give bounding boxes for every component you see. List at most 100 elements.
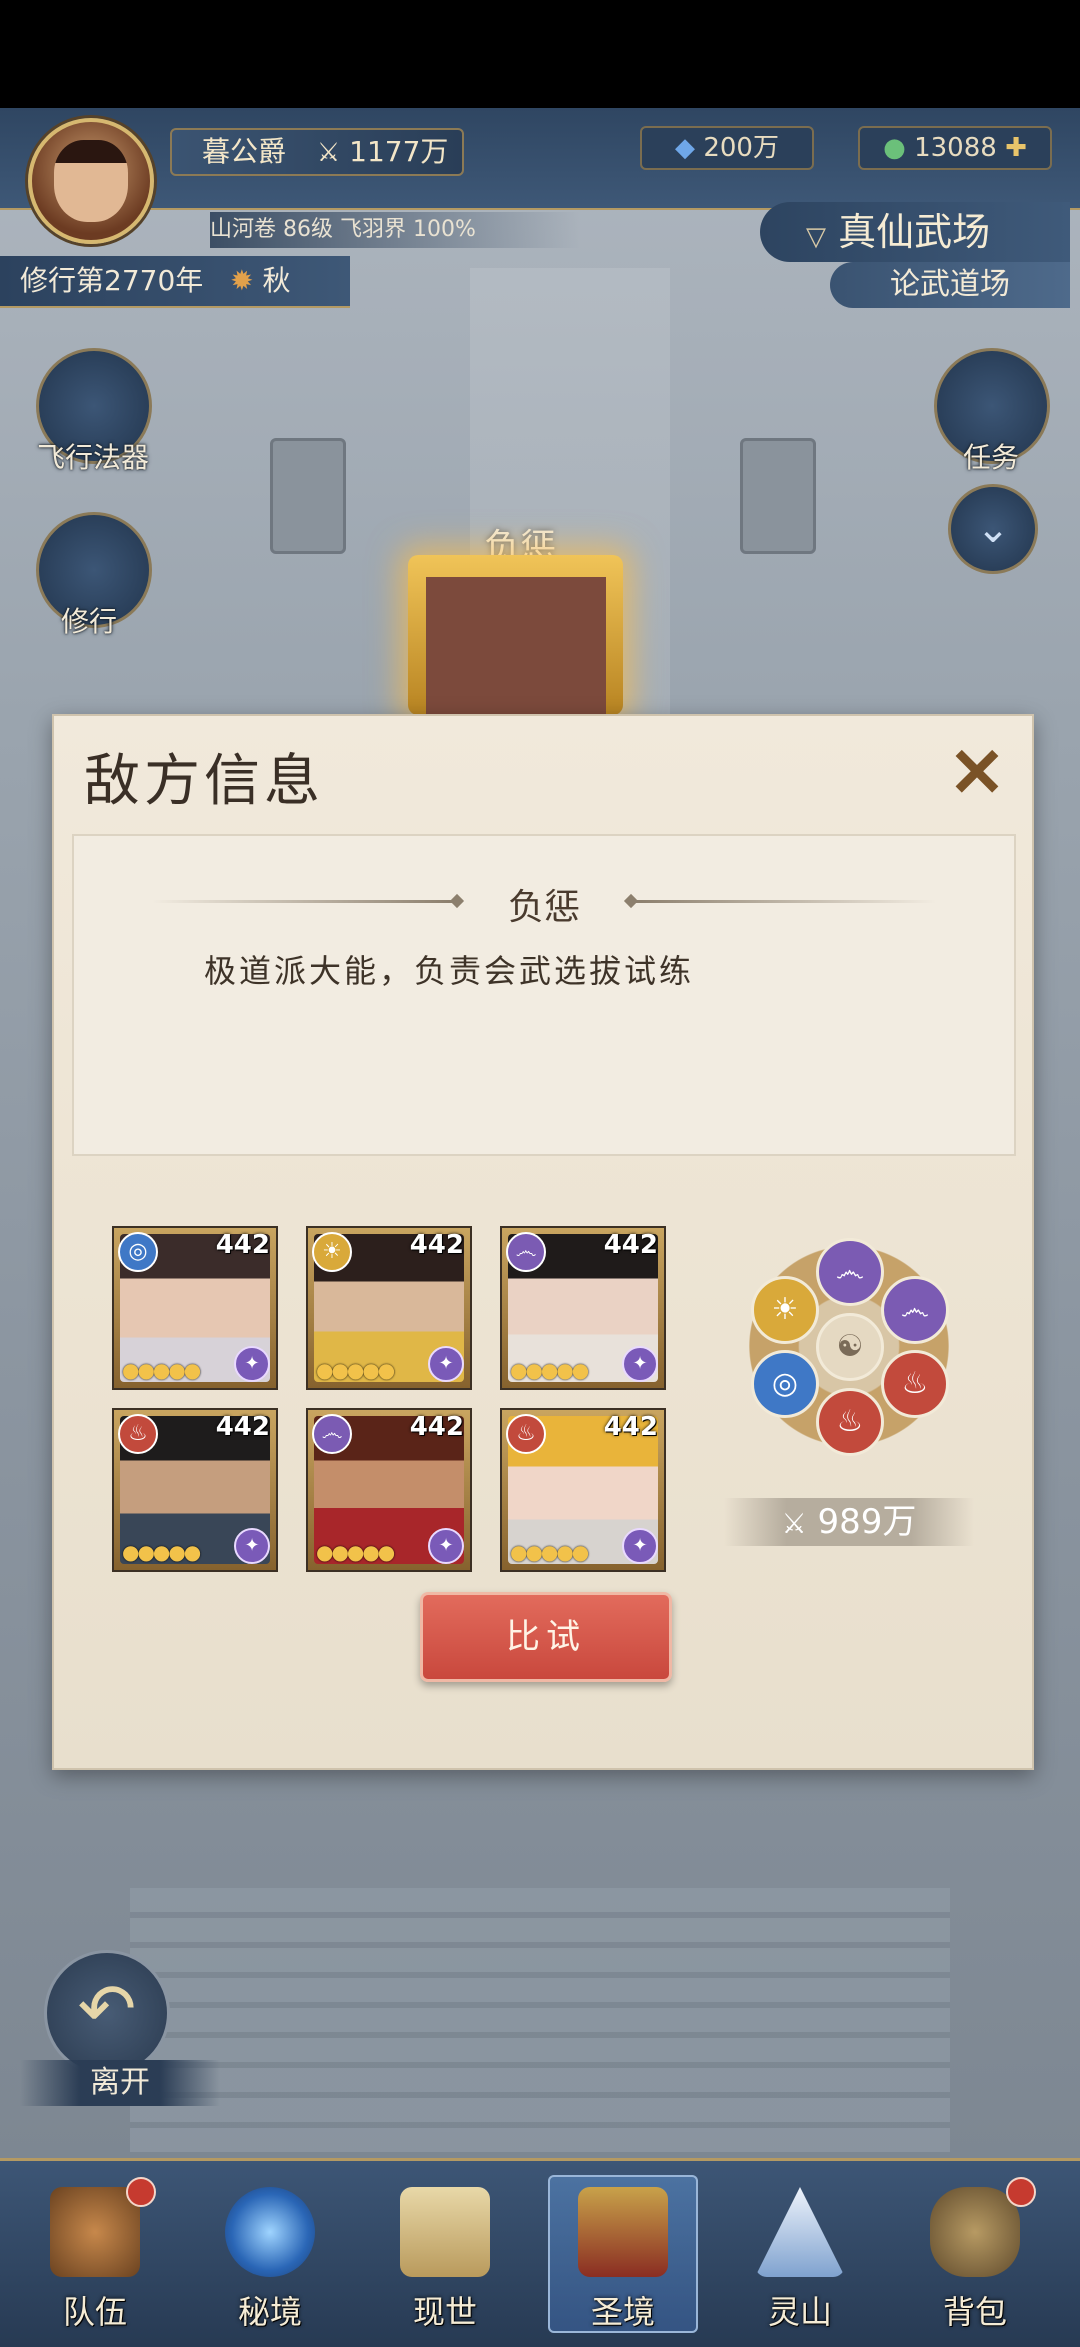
formation-wheel[interactable]: ☯ ෴ ෴ ♨ ♨ ◎ ☀ (749, 1238, 949, 1456)
hero-level: 442 (603, 1412, 658, 1442)
cultivation-year: 修行第2770年 (20, 264, 204, 297)
power-icon: ⚔ (781, 1507, 807, 1540)
class-badge-icon: ✦ (622, 1346, 658, 1382)
jade-resource[interactable]: ● 13088 ✚ (858, 126, 1052, 170)
expand-chevron-icon[interactable]: ⌄ (948, 484, 1038, 574)
wind-element-icon: ෴ (506, 1232, 546, 1272)
team-power: ⚔ 989万 (724, 1498, 974, 1546)
avatar-face (54, 140, 128, 222)
power-icon: ⚔ (316, 138, 341, 168)
holy-realm-icon (578, 2187, 668, 2277)
realm-info: 山河卷 86级 飞羽界 100% (210, 212, 580, 248)
npc-portrait (426, 577, 606, 717)
enemy-hero-card[interactable]: ♨ 442 ●●●●● ✦ (500, 1408, 666, 1572)
class-badge-icon: ✦ (622, 1528, 658, 1564)
cultivate-label: 修行 (60, 605, 117, 638)
season: 秋 (262, 264, 291, 297)
rank-title: 暮公爵 (202, 135, 287, 168)
team-power-value: 989万 (817, 1502, 917, 1542)
fight-button[interactable]: 比试 (420, 1592, 672, 1682)
player-avatar[interactable] (28, 118, 154, 244)
hero-level: 442 (409, 1412, 464, 1442)
jade-amount: 13088 (914, 133, 997, 163)
nav-spirit-mountain[interactable]: 灵山 (725, 2175, 875, 2333)
world-map-icon (400, 2187, 490, 2277)
fire-element-icon: ♨ (506, 1414, 546, 1454)
nav-team[interactable]: 队伍 (20, 2175, 170, 2333)
nav-label: 秘境 (237, 2293, 302, 2331)
nav-world[interactable]: 现世 (370, 2175, 520, 2333)
enemy-info-dialog: 敌方信息 ✕ 负惩 极道派大能，负责会武选拔试练 ◎ 442 ●●●●● ✦ ☀… (52, 714, 1034, 1770)
notification-dot (126, 2177, 156, 2207)
bag-icon (930, 2187, 1020, 2277)
nav-secret-realm[interactable]: 秘境 (195, 2175, 345, 2333)
nav-bag[interactable]: 背包 (900, 2175, 1050, 2333)
back-arrow-icon: ↶ (77, 1968, 137, 2050)
nav-label: 队伍 (62, 2293, 127, 2331)
team-icon (50, 2187, 140, 2277)
stone-lantern (270, 438, 346, 554)
notification-dot (1006, 2177, 1036, 2207)
location-sub-label: 论武道场 (890, 267, 1010, 302)
enemy-info-box: 负惩 极道派大能，负责会武选拔试练 (72, 834, 1016, 1156)
crystal-icon: ◆ (675, 133, 696, 163)
class-badge-icon: ✦ (234, 1528, 270, 1564)
wind-element-icon: ෴ (312, 1414, 352, 1454)
class-badge-icon: ✦ (234, 1346, 270, 1382)
stone-lantern (740, 438, 816, 554)
hero-level: 442 (409, 1230, 464, 1260)
nav-label: 背包 (942, 2293, 1007, 2331)
light-element-icon: ☀ (312, 1232, 352, 1272)
crystal-amount: 200万 (703, 133, 779, 163)
location-sub: 论武道场 (830, 262, 1070, 308)
star-rating: ●●●●● (122, 1540, 201, 1564)
dialog-title: 敌方信息 (84, 749, 324, 814)
star-rating: ●●●●● (510, 1358, 589, 1382)
enemy-description: 极道派大能，负责会武选拔试练 (204, 952, 695, 990)
enemy-hero-card[interactable]: ♨ 442 ●●●●● ✦ (112, 1408, 278, 1572)
maple-leaf-icon: ✹ (230, 264, 254, 297)
hero-level: 442 (215, 1230, 270, 1260)
water-element-icon: ◎ (751, 1350, 819, 1418)
star-rating: ●●●●● (316, 1358, 395, 1382)
nav-holy-realm[interactable]: 圣境 (548, 2175, 698, 2333)
fire-element-icon: ♨ (881, 1350, 949, 1418)
quest-label: 任务 (962, 441, 1019, 474)
close-icon: ✕ (948, 733, 1006, 813)
enemy-hero-card[interactable]: ◎ 442 ●●●●● ✦ (112, 1226, 278, 1390)
fire-element-icon: ♨ (118, 1414, 158, 1454)
location-main-label: 真仙武场 (838, 210, 991, 254)
nav-label: 圣境 (590, 2293, 655, 2331)
enemy-hero-card[interactable]: ☀ 442 ●●●●● ✦ (306, 1226, 472, 1390)
fire-element-icon: ♨ (816, 1388, 884, 1456)
nav-label: 灵山 (767, 2293, 832, 2331)
wind-element-icon: ෴ (816, 1238, 884, 1306)
spirit-mountain-icon (755, 2187, 845, 2277)
crystal-resource[interactable]: ◆ 200万 (640, 126, 814, 170)
class-badge-icon: ✦ (428, 1346, 464, 1382)
nav-label: 现世 (412, 2293, 477, 2331)
light-element-icon: ☀ (751, 1276, 819, 1344)
divider-right (636, 900, 936, 903)
hero-level: 442 (603, 1230, 658, 1260)
flying-artifact-label: 飞行法器 (36, 441, 149, 474)
taiji-icon: ☯ (816, 1313, 884, 1381)
star-rating: ●●●●● (510, 1540, 589, 1564)
status-bar (0, 0, 1080, 108)
leave-button[interactable]: ↶ (44, 1950, 170, 2076)
npc-portrait-frame[interactable] (408, 555, 623, 717)
star-rating: ●●●●● (122, 1358, 201, 1382)
enemy-hero-card[interactable]: ෴ 442 ●●●●● ✦ (500, 1226, 666, 1390)
enemy-name: 负惩 (507, 887, 580, 928)
close-button[interactable]: ✕ (942, 738, 1012, 808)
cultivation-year-plate: 修行第2770年 ✹ 秋 (0, 256, 350, 308)
location-main[interactable]: ▽ 真仙武场 (760, 202, 1070, 262)
combat-power: 1177万 (349, 135, 449, 168)
realm-info-text: 山河卷 86级 飞羽界 100% (210, 217, 476, 242)
rank-plate: 暮公爵 ⚔ 1177万 (170, 128, 464, 176)
enemy-hero-card[interactable]: ෴ 442 ●●●●● ✦ (306, 1408, 472, 1572)
add-icon[interactable]: ✚ (1005, 133, 1027, 163)
location-icon: ▽ (806, 222, 826, 252)
secret-realm-icon (225, 2187, 315, 2277)
hero-level: 442 (215, 1412, 270, 1442)
